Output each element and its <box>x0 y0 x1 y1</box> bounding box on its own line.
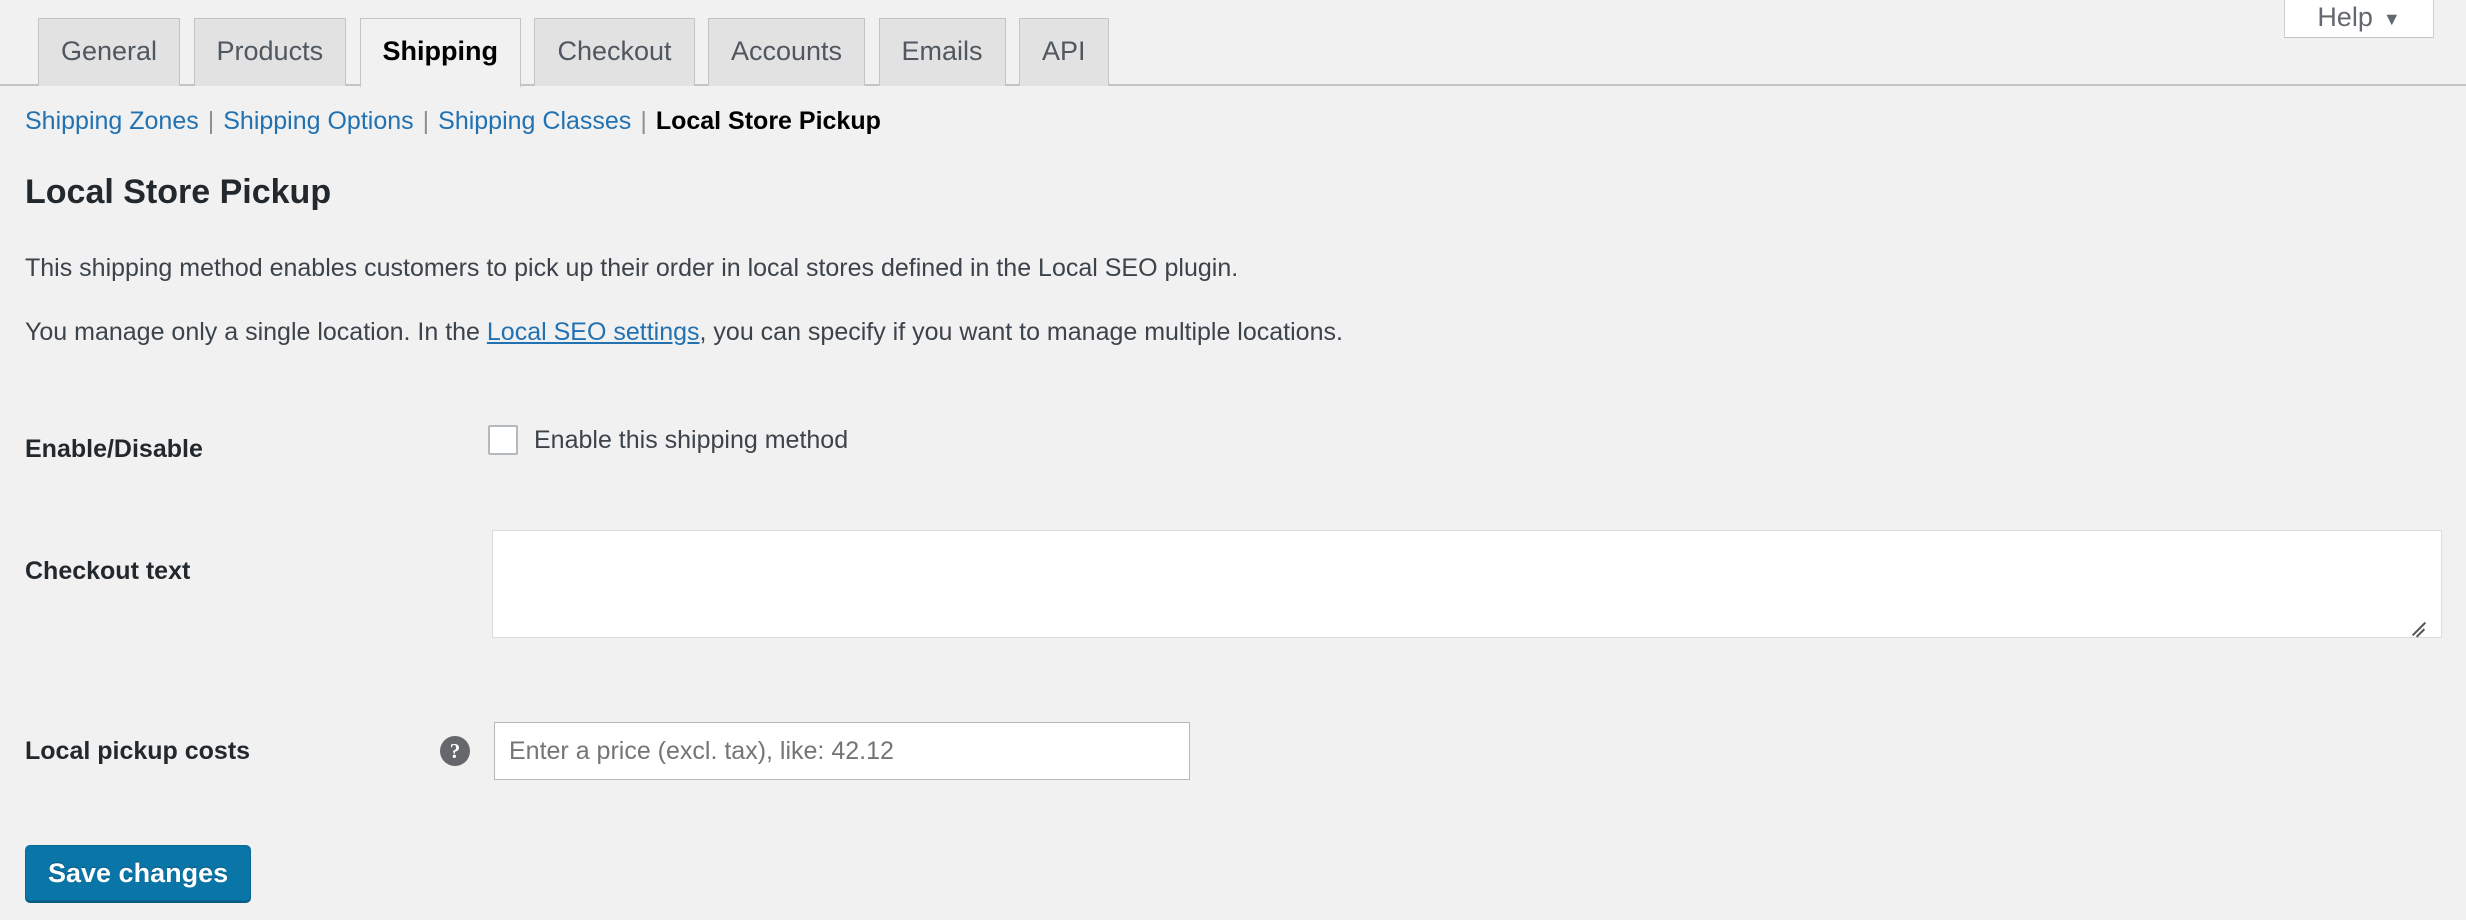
subnav-local-store-pickup[interactable]: Local Store Pickup <box>656 104 881 138</box>
description-paragraph-2: You manage only a single location. In th… <box>25 314 1343 352</box>
shipping-subnav: Shipping Zones | Shipping Options | Ship… <box>25 104 881 138</box>
subnav-separator: | <box>414 104 439 138</box>
tab-shipping[interactable]: Shipping <box>360 18 521 88</box>
tab-accounts[interactable]: Accounts <box>708 18 865 86</box>
description-text-before: You manage only a single location. In th… <box>25 318 487 346</box>
tab-api[interactable]: API <box>1019 18 1109 86</box>
tab-products[interactable]: Products <box>194 18 347 86</box>
enable-disable-label: Enable/Disable <box>25 433 203 466</box>
page-title: Local Store Pickup <box>25 172 331 213</box>
local-pickup-costs-label: Local pickup costs <box>25 735 250 768</box>
settings-tab-bar: General Products Shipping Checkout Accou… <box>0 0 2466 86</box>
subnav-shipping-options[interactable]: Shipping Options <box>223 104 413 138</box>
subnav-separator: | <box>631 104 656 138</box>
description-text-after: , you can specify if you want to manage … <box>700 318 1343 346</box>
checkout-text-label: Checkout text <box>25 555 190 588</box>
checkout-text-textarea[interactable] <box>492 530 2442 638</box>
description-paragraph-1: This shipping method enables customers t… <box>25 250 1238 288</box>
enable-shipping-method-checkbox-wrap[interactable]: Enable this shipping method <box>488 425 848 455</box>
save-changes-button[interactable]: Save changes <box>25 845 251 901</box>
tab-checkout[interactable]: Checkout <box>534 18 694 86</box>
enable-shipping-method-checkbox[interactable] <box>488 425 518 455</box>
enable-shipping-method-label: Enable this shipping method <box>534 428 848 453</box>
subnav-separator: | <box>199 104 224 138</box>
local-seo-settings-link[interactable]: Local SEO settings <box>487 318 700 346</box>
tab-emails[interactable]: Emails <box>879 18 1006 86</box>
tab-general[interactable]: General <box>38 18 180 86</box>
subnav-shipping-classes[interactable]: Shipping Classes <box>438 104 631 138</box>
local-pickup-costs-input[interactable] <box>494 722 1190 780</box>
subnav-shipping-zones[interactable]: Shipping Zones <box>25 104 199 138</box>
question-mark-icon[interactable]: ? <box>440 736 470 766</box>
